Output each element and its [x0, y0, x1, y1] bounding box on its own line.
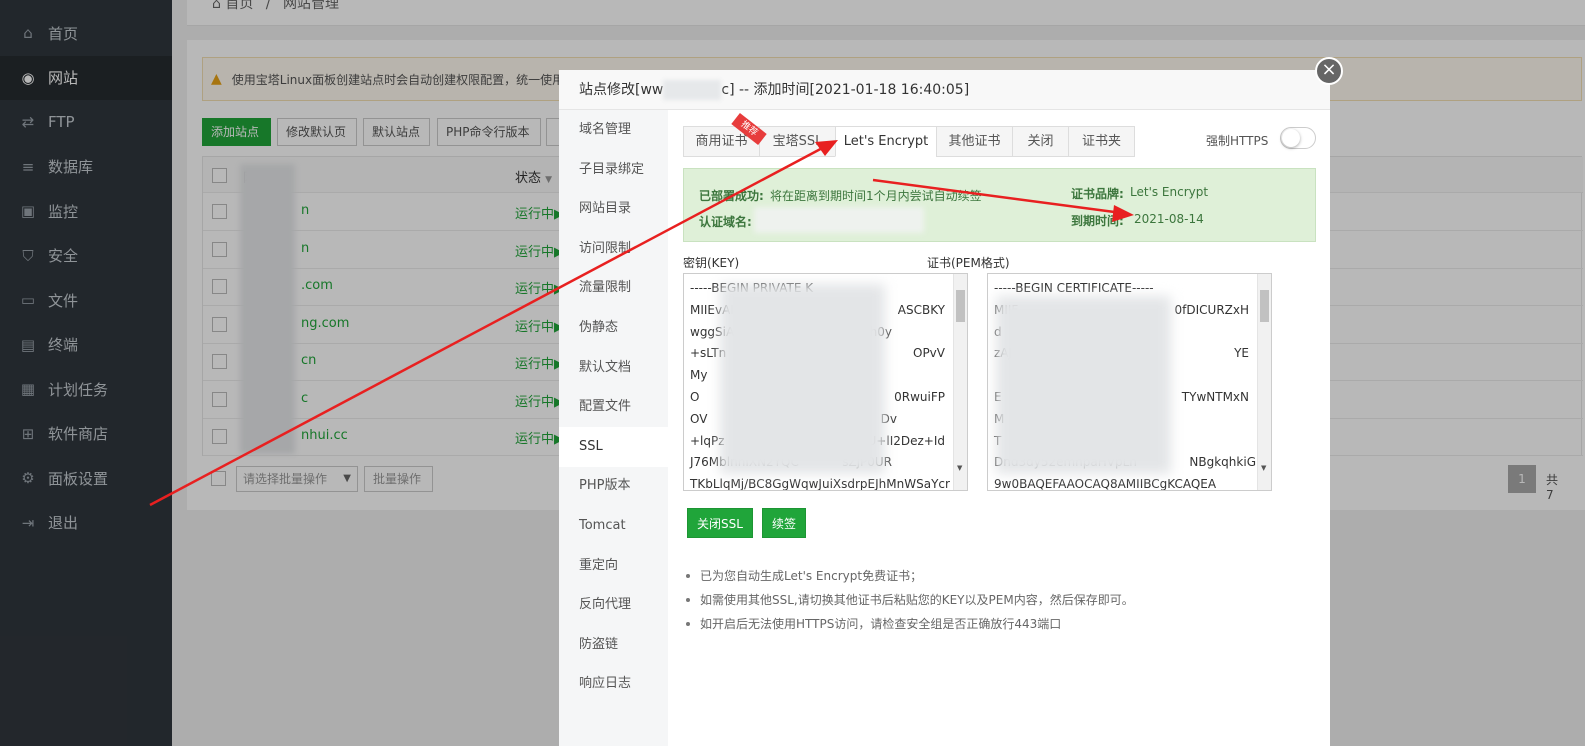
domain-label: 认证域名:	[699, 215, 752, 229]
modal-nav-item[interactable]: 重定向	[559, 546, 668, 586]
key-textarea[interactable]: sZjP0URLpU+lI2Dez+IdDv0RwuiFPOPvV0h0yASC…	[683, 273, 968, 491]
renew-button[interactable]: 续签	[762, 508, 807, 538]
redacted-cert	[996, 296, 1171, 474]
ssl-tab[interactable]: 其他证书	[936, 126, 1013, 157]
expire-value: 2021-08-14	[1134, 212, 1204, 226]
modal-nav-item[interactable]: 反向代理	[559, 585, 668, 625]
force-https-label: 强制HTTPS	[1206, 134, 1269, 148]
close-icon[interactable]: ×	[1315, 57, 1343, 85]
key-scrollbar[interactable]: ▼	[953, 274, 967, 490]
modal-side-nav: 域名管理 子目录绑定 网站目录 访问限制 流量限制 伪静态 默认文档 配置文件 SSL PHP版本…	[559, 110, 668, 746]
modal-nav-item[interactable]: PHP版本	[559, 466, 668, 506]
certificate-info-box: 已部署成功: 将在距离到期时间1个月内尝试自动续签 认证域名: 证书品牌: Le…	[683, 168, 1316, 242]
site-edit-modal: 站点修改[ww c] -- 添加时间[2021-01-18 16:40:05] 域…	[559, 70, 1330, 746]
pem-line: OV	[690, 411, 708, 426]
modal-nav-item[interactable]: Tomcat	[559, 506, 668, 546]
ssl-tab[interactable]: 宝塔SSL	[759, 126, 836, 157]
tip-item: 已为您自动生成Let's Encrypt免费证书；	[682, 568, 1134, 592]
modal-nav-item[interactable]: 伪静态	[559, 308, 668, 348]
modal-nav-item[interactable]: 域名管理	[559, 110, 668, 150]
modal-nav-item[interactable]: 网站目录	[559, 189, 668, 229]
scroll-down-icon[interactable]: ▼	[957, 464, 962, 472]
modal-title: 站点修改[ww c] -- 添加时间[2021-01-18 16:40:05]	[559, 70, 1330, 110]
modal-nav-item[interactable]: 防盗链	[559, 625, 668, 665]
redacted-domain-value	[754, 207, 924, 233]
pem-line: 9w0BAQEFAAOCAQ8AMIIBCgKCAQEA	[994, 477, 1217, 491]
modal-nav-item[interactable]: 配置文件	[559, 387, 668, 427]
modal-nav-item[interactable]: 访问限制	[559, 229, 668, 269]
modal-nav-item[interactable]: SSL	[559, 426, 668, 467]
deployed-text: 将在距离到期时间1个月内尝试自动续签	[770, 189, 982, 203]
tips-list: 已为您自动生成Let's Encrypt免费证书； 如需使用其他SSL,请切换其他…	[682, 568, 1134, 640]
pem-line-fragment: TYwNTMxN	[1181, 390, 1249, 404]
pem-line-fragment: YE	[1234, 346, 1249, 361]
expire-label: 到期时间:	[1071, 214, 1124, 228]
cert-label: 证书(PEM格式)	[927, 256, 1010, 270]
brand-label: 证书品牌:	[1071, 187, 1124, 201]
scroll-down-icon[interactable]: ▼	[1261, 464, 1266, 472]
modal-nav-item[interactable]: 默认文档	[559, 348, 668, 388]
modal-nav-item[interactable]: 子目录绑定	[559, 150, 668, 190]
ssl-tab[interactable]: 关闭	[1012, 126, 1069, 157]
force-https-toggle[interactable]	[1280, 127, 1316, 149]
pem-line-fragment: OPvV	[913, 346, 945, 361]
tip-item: 如需使用其他SSL,请切换其他证书后粘贴您的KEY以及PEM内容，然后保存即可。	[682, 592, 1134, 616]
pem-line-fragment: 0RwuiFP	[894, 390, 945, 404]
pem-line: TKbLlqMj/BC8GgWqwJuiXsdrpEJhMnWSaYcr	[690, 477, 950, 491]
tip-item: 如开启后无法使用HTTPS访问，请检查安全组是否正确放行443端口	[682, 616, 1134, 640]
modal-nav-item[interactable]: 流量限制	[559, 268, 668, 308]
pem-line-fragment: NBgkqhkiG	[1189, 455, 1256, 470]
pem-line: -----BEGIN CERTIFICATE-----	[994, 281, 1154, 295]
pem-line-fragment: ASCBKY	[897, 302, 945, 317]
pem-line: O	[690, 390, 700, 404]
close-ssl-button[interactable]: 关闭SSL	[687, 508, 753, 538]
cert-scrollbar[interactable]: ▼	[1257, 274, 1271, 490]
ssl-tab[interactable]: Let's Encrypt	[835, 126, 937, 157]
key-label: 密钥(KEY)	[683, 256, 740, 270]
ssl-tab[interactable]: 证书夹	[1068, 126, 1135, 157]
redacted-key	[720, 284, 885, 474]
redacted-domain	[663, 80, 722, 100]
cert-textarea[interactable]: NBgkqhkiG TYwNTMxN YE 0fDICURZxH 9w0BAQEFAAO…	[987, 273, 1272, 491]
deployed-label: 已部署成功:	[699, 189, 764, 203]
brand-value: Let's Encrypt	[1130, 185, 1209, 199]
pem-line: My	[690, 368, 708, 383]
modal-nav-item[interactable]: 响应日志	[559, 664, 668, 704]
pem-line-fragment: 0fDICURZxH	[1174, 302, 1249, 317]
